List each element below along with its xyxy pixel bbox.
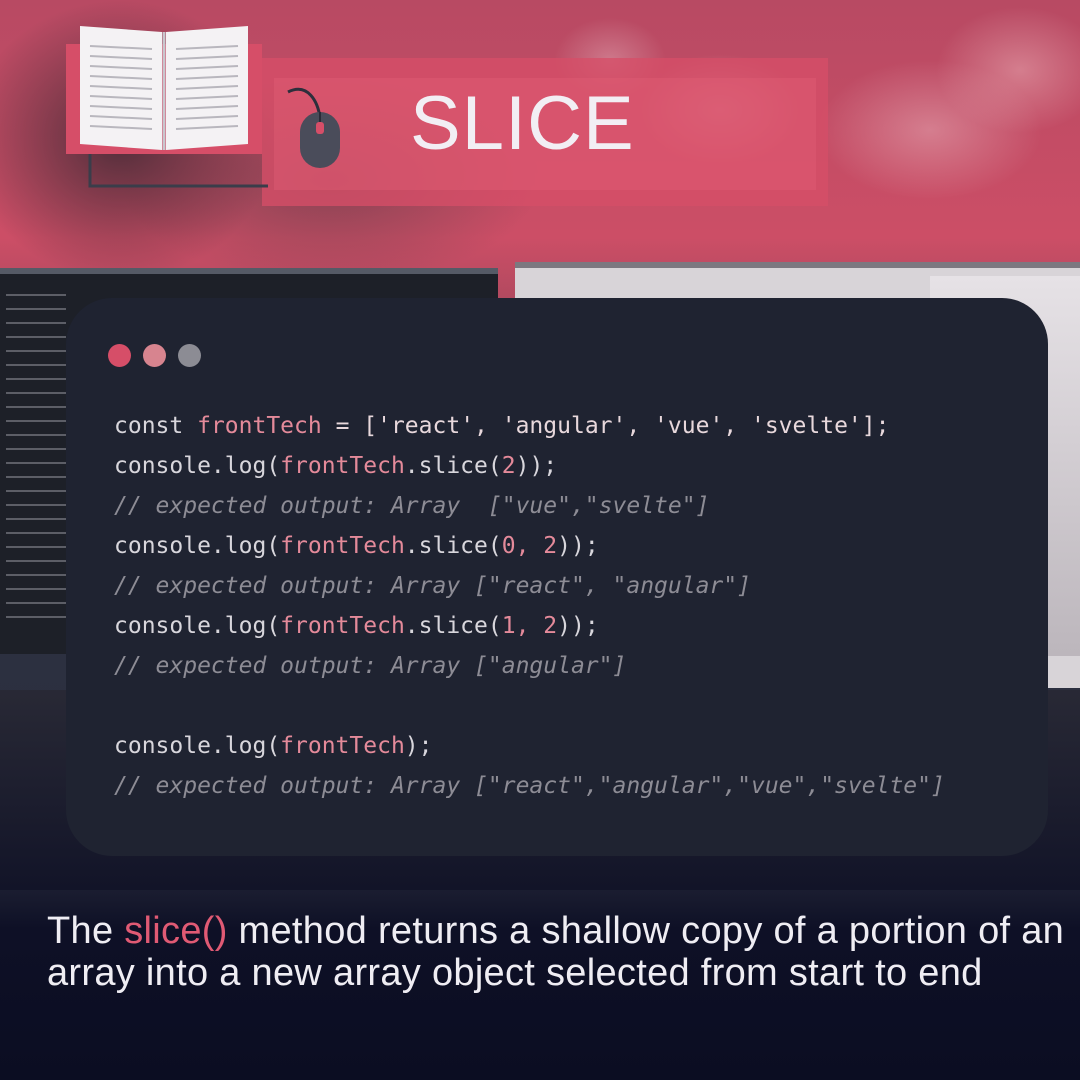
code-token: .slice(: [404, 453, 502, 479]
code-token: frontTech: [280, 733, 405, 759]
code-token: frontTech: [197, 413, 322, 439]
code-token: const: [114, 413, 198, 439]
code-token: console.log(: [114, 453, 281, 479]
code-token: frontTech: [280, 453, 405, 479]
description: The slice() method returns a shallow cop…: [47, 910, 1067, 994]
description-prefix: The: [47, 910, 125, 952]
code-block: const frontTech = ['react', 'angular', '…: [114, 406, 1028, 806]
code-token: // expected output: Array ["angular"]: [114, 653, 627, 679]
code-line: console.log(frontTech);: [114, 726, 1028, 766]
code-comment-line: // expected output: Array ["react", "ang…: [114, 566, 1028, 606]
code-line: console.log(frontTech.slice(2));: [114, 446, 1028, 486]
code-comment-line: // expected output: Array ["angular"]: [114, 646, 1028, 686]
window-controls: [108, 344, 201, 367]
code-token: console.log(: [114, 613, 281, 639]
book-icon: [66, 26, 262, 154]
code-token: );: [404, 733, 433, 759]
code-token: // expected output: Array ["react", "ang…: [114, 573, 751, 599]
code-line: console.log(frontTech.slice(0, 2));: [114, 526, 1028, 566]
code-token: 2: [501, 453, 516, 479]
code-comment-line: // expected output: Array ["vue","svelte…: [114, 486, 1028, 526]
code-token: console.log(: [114, 733, 281, 759]
code-token: // expected output: Array ["react","angu…: [114, 773, 945, 799]
code-line: const frontTech = ['react', 'angular', '…: [114, 406, 1028, 446]
code-token: = ['react', 'angular', 'vue', 'svelte'];: [321, 413, 890, 439]
code-token: 0, 2: [501, 533, 558, 559]
code-token: .slice(: [404, 533, 502, 559]
code-token: .slice(: [404, 613, 502, 639]
code-token: ));: [557, 613, 599, 639]
code-comment-line: // expected output: Array ["react","angu…: [114, 766, 1028, 806]
code-line: console.log(frontTech.slice(1, 2));: [114, 606, 1028, 646]
code-window: const frontTech = ['react', 'angular', '…: [66, 298, 1048, 856]
code-token: frontTech: [280, 533, 405, 559]
code-token: ));: [515, 453, 558, 479]
description-highlight: slice(): [124, 910, 228, 952]
close-dot: [108, 344, 131, 367]
code-token: console.log(: [114, 533, 281, 559]
maximize-dot: [178, 344, 201, 367]
page-title: SLICE: [410, 81, 635, 166]
minimize-dot: [143, 344, 166, 367]
code-token: // expected output: Array ["vue","svelte…: [114, 493, 710, 519]
code-token: frontTech: [280, 613, 405, 639]
code-token: 1, 2: [501, 613, 558, 639]
code-token: ));: [557, 533, 599, 559]
